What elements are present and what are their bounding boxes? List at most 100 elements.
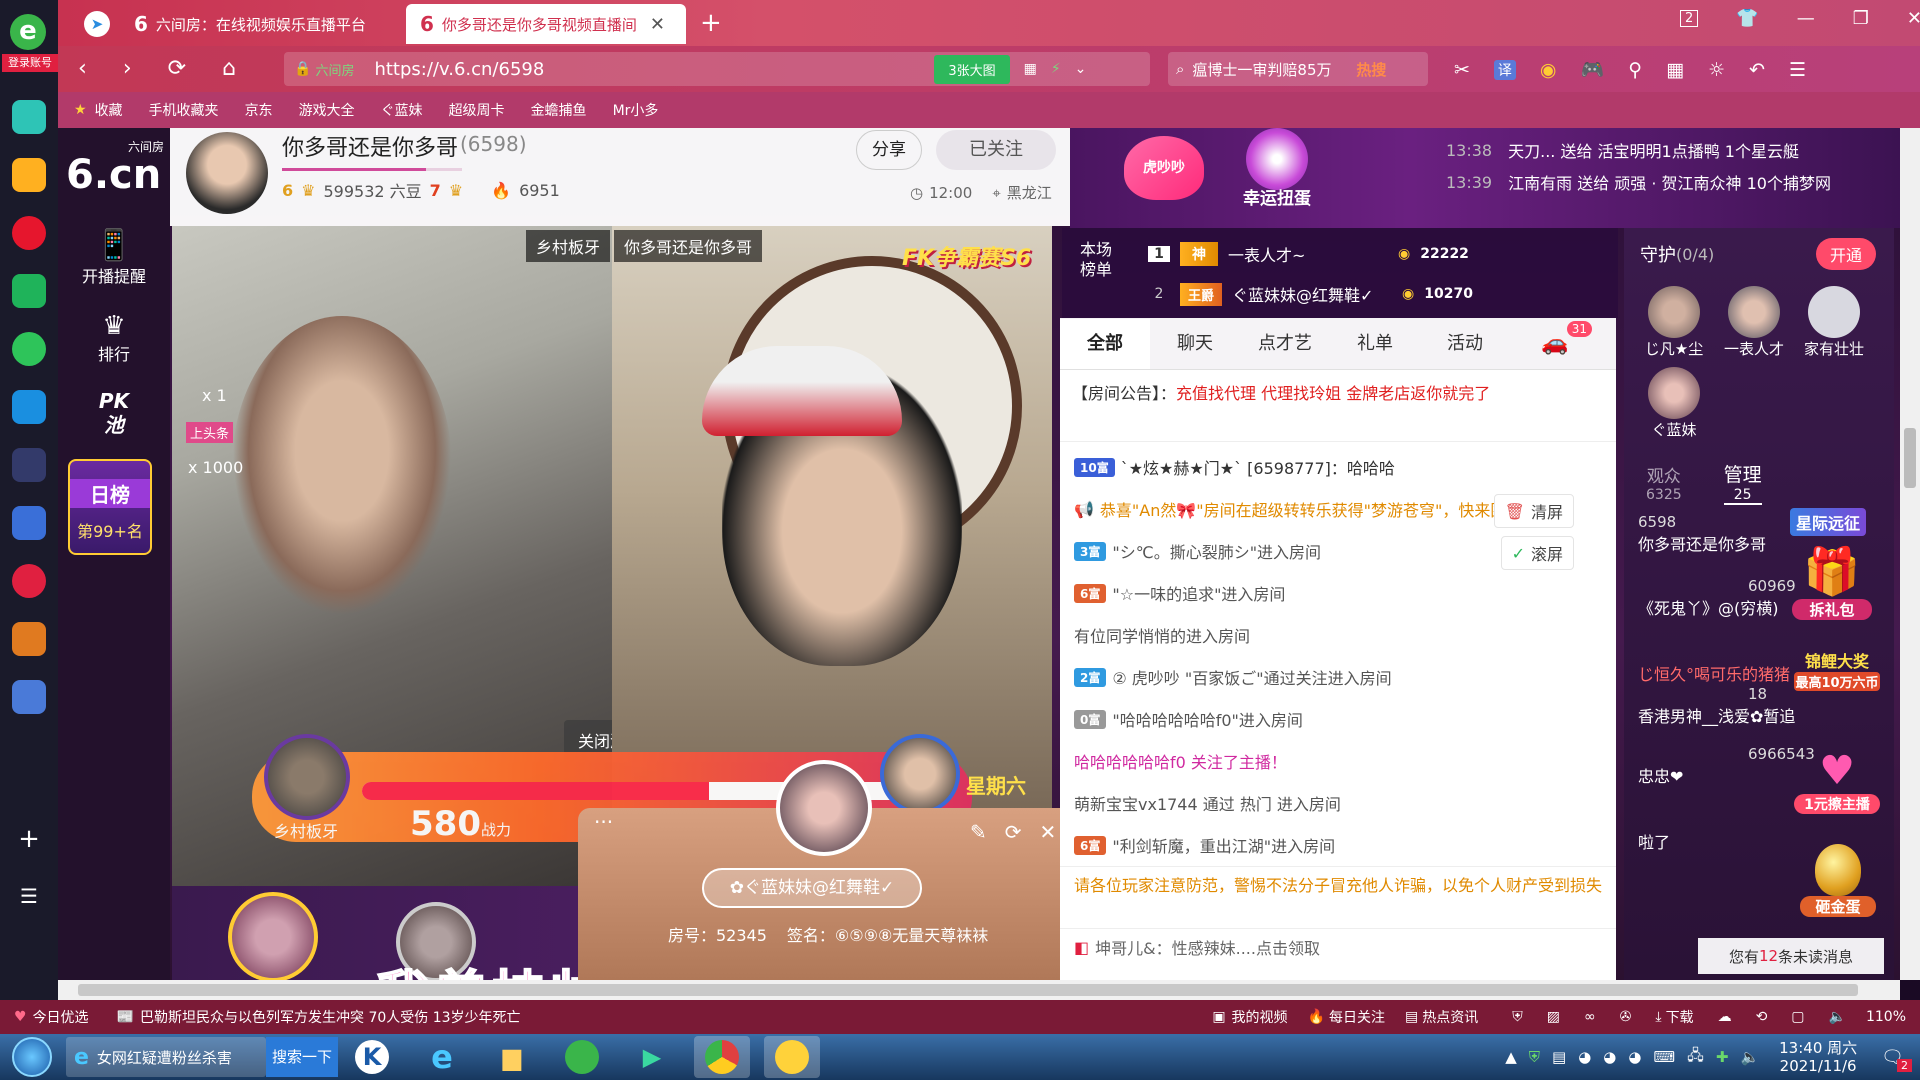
ie-browser-icon[interactable]: e: [414, 1036, 470, 1078]
sidebar-item-pk[interactable]: PK池: [58, 389, 170, 437]
app-shortcut-icon[interactable]: [12, 622, 46, 656]
popup-user-name[interactable]: ✿ぐ蓝妹妹@红舞鞋✓: [702, 868, 922, 908]
sun-icon[interactable]: ☼: [1708, 59, 1725, 81]
scissors-icon[interactable]: ✂: [1454, 59, 1470, 81]
today-picks[interactable]: 今日优选: [33, 1007, 89, 1027]
bottom-gift-avatar[interactable]: [228, 892, 318, 982]
app-shortcut-icon[interactable]: [12, 100, 46, 134]
chat-bottom-message[interactable]: ◧ 坤哥儿&：性感辣妹....点击领取: [1060, 928, 1616, 965]
tab-activity[interactable]: 活动: [1420, 319, 1510, 369]
back-icon[interactable]: ‹: [78, 56, 87, 81]
tray-penguin-icon[interactable]: ◕: [1603, 1048, 1616, 1066]
ranking-row[interactable]: 1 神 一表人才~ ◉ 22222: [1148, 236, 1469, 272]
guard-member[interactable]: 一表人才: [1718, 286, 1790, 359]
more-icon[interactable]: ···: [594, 810, 613, 834]
unbox-gift-button[interactable]: 🎁 拆礼包: [1792, 544, 1872, 624]
chat-message[interactable]: 6富 "利剑斩魔，重出江湖"进入房间: [1060, 824, 1616, 866]
doc-icon[interactable]: [12, 506, 46, 540]
host-avatar[interactable]: [186, 132, 268, 214]
app-shortcut-icon[interactable]: [12, 390, 46, 424]
bookmark-item[interactable]: 超级周卡: [449, 100, 505, 120]
golden-egg-button[interactable]: 砸金蛋: [1800, 844, 1876, 917]
bookmark-item[interactable]: 金蟾捕鱼: [531, 100, 587, 120]
bookmark-item[interactable]: 京东: [245, 100, 273, 120]
mail-icon[interactable]: [12, 274, 46, 308]
start-button[interactable]: [12, 1037, 52, 1077]
news-ticker[interactable]: 巴勒斯坦民众与以色列军方发生冲突 70人受伤 13岁少年死亡: [140, 1007, 521, 1027]
forward-icon[interactable]: ›: [123, 56, 132, 81]
download-link[interactable]: 下载: [1666, 1007, 1694, 1027]
lucky-gacha-button[interactable]: 幸运扭蛋: [1234, 128, 1320, 209]
page-scrollbar[interactable]: [1900, 128, 1920, 980]
browser-logo-icon[interactable]: e: [10, 14, 46, 50]
tray-penguin-icon[interactable]: ◕: [1578, 1048, 1591, 1066]
bolt-icon[interactable]: ⚡: [1051, 61, 1061, 77]
app-shortcut-icon[interactable]: [12, 448, 46, 482]
chrome-icon[interactable]: [694, 1036, 750, 1078]
new-tab-button[interactable]: +: [700, 8, 722, 38]
daily-rank-badge[interactable]: 日榜 第99+名: [68, 459, 152, 555]
bookmark-item[interactable]: 收藏: [95, 100, 123, 120]
popup-avatar[interactable]: [776, 760, 872, 856]
open-guard-button[interactable]: 开通: [1815, 238, 1876, 270]
chat-message[interactable]: 萌新宝宝vx1744 通过 热门 进入房间: [1060, 782, 1616, 824]
apps-icon[interactable]: ▦: [1666, 59, 1684, 81]
notification-icon[interactable]: 🗨 2: [1881, 1047, 1912, 1072]
chat-app-icon[interactable]: [764, 1036, 820, 1078]
tab-gift-list[interactable]: 礼单: [1330, 319, 1420, 369]
volume-icon[interactable]: 🔈: [1829, 1009, 1846, 1025]
close-tab-icon[interactable]: ✕: [650, 14, 665, 35]
bookmark-item[interactable]: 游戏大全: [299, 100, 355, 120]
taskbar-browser-task[interactable]: e 女网红疑遭粉丝杀害: [66, 1037, 266, 1077]
star-expedition-button[interactable]: 星际远征: [1790, 508, 1867, 536]
ranking-row[interactable]: 2 王爵 ぐ蓝妹妹@红舞鞋✓ ◉ 10270: [1148, 276, 1473, 312]
sidebar-item-rank[interactable]: ♛ 排行: [58, 311, 170, 365]
chat-message[interactable]: 10富 `★炫★赫★门★` [6598777]：哈哈哈: [1060, 446, 1616, 488]
pk-left-avatar[interactable]: [264, 734, 350, 820]
translate-icon[interactable]: 译: [1493, 59, 1516, 80]
clear-screen-button[interactable]: 🗑 清屏: [1493, 494, 1574, 528]
tray-penguin-icon[interactable]: ◕: [1628, 1048, 1641, 1066]
image-icon[interactable]: ▨: [1547, 1009, 1560, 1025]
tray-up-icon[interactable]: ▲: [1505, 1048, 1517, 1066]
tray-app-icon[interactable]: ✚: [1716, 1048, 1729, 1066]
tools-icon[interactable]: ✇: [1620, 1009, 1632, 1025]
taskbar-search-button[interactable]: 搜索一下: [266, 1037, 338, 1077]
tray-app-icon[interactable]: ▤: [1552, 1048, 1566, 1066]
kk-icon[interactable]: K: [344, 1036, 400, 1078]
unread-messages[interactable]: 您有 12 条未读消息: [1698, 938, 1884, 974]
tray-shield-icon[interactable]: ⛨: [1529, 1048, 1540, 1066]
chat-message[interactable]: 6富 "☆一味的追求"进入房间: [1060, 572, 1616, 614]
reload-icon[interactable]: ⟳: [168, 56, 186, 81]
magnifier-icon[interactable]: ⚲: [1628, 59, 1642, 81]
car-icon[interactable]: 🚗 31: [1510, 319, 1600, 369]
bookmark-item[interactable]: Mr小多: [613, 100, 659, 120]
tab-talent[interactable]: 点才艺: [1240, 319, 1330, 369]
refresh-icon[interactable]: ⟳: [1005, 820, 1022, 844]
edit-icon[interactable]: ✎: [970, 820, 987, 844]
big-image-button[interactable]: 3张大图: [934, 54, 1010, 84]
tab-all[interactable]: 全部: [1060, 318, 1150, 369]
gamepad-icon[interactable]: 🎮: [1581, 58, 1605, 81]
daily-focus-link[interactable]: 每日关注: [1329, 1007, 1385, 1027]
list-icon[interactable]: ☰: [12, 884, 46, 918]
pk-right-avatar[interactable]: [880, 734, 960, 814]
chat-message[interactable]: 0富 "哈哈哈哈哈哈f0"进入房间: [1060, 698, 1616, 740]
tab-live-room[interactable]: 6 你多哥还是你多哥视频直播间 ✕: [406, 4, 686, 44]
cloud-icon[interactable]: ☁: [1718, 1009, 1732, 1025]
koi-prize-button[interactable]: 锦鲤大奖 最高10万六币: [1794, 648, 1880, 691]
url-text[interactable]: https://v.6.cn/6598: [374, 59, 544, 80]
tab-viewers[interactable]: 观众 6325: [1646, 462, 1682, 503]
link-icon[interactable]: ∞: [1584, 1009, 1596, 1025]
hot-news-link[interactable]: 热点资讯: [1422, 1007, 1478, 1027]
one-yuan-button[interactable]: ♥ 1元擦主播: [1794, 748, 1880, 814]
follow-button[interactable]: 已关注: [936, 130, 1056, 170]
tab-home[interactable]: ➤ 6 六间房：在线视频娱乐直播平台: [70, 4, 400, 44]
url-field[interactable]: 🔒 六间房 https://v.6.cn/6598 3张大图 ▦ ⚡ ⌄: [284, 52, 1150, 86]
undo-icon[interactable]: ↶: [1749, 59, 1765, 81]
clock[interactable]: 13:40 周六 2021/11/6: [1779, 1039, 1857, 1075]
shirt-icon[interactable]: 👕: [1736, 8, 1758, 29]
app-shortcut-icon[interactable]: [12, 564, 46, 598]
chat-message[interactable]: 有位同学悄悄的进入房间: [1060, 614, 1616, 656]
site-logo[interactable]: 六间房 6.cn: [66, 138, 170, 208]
